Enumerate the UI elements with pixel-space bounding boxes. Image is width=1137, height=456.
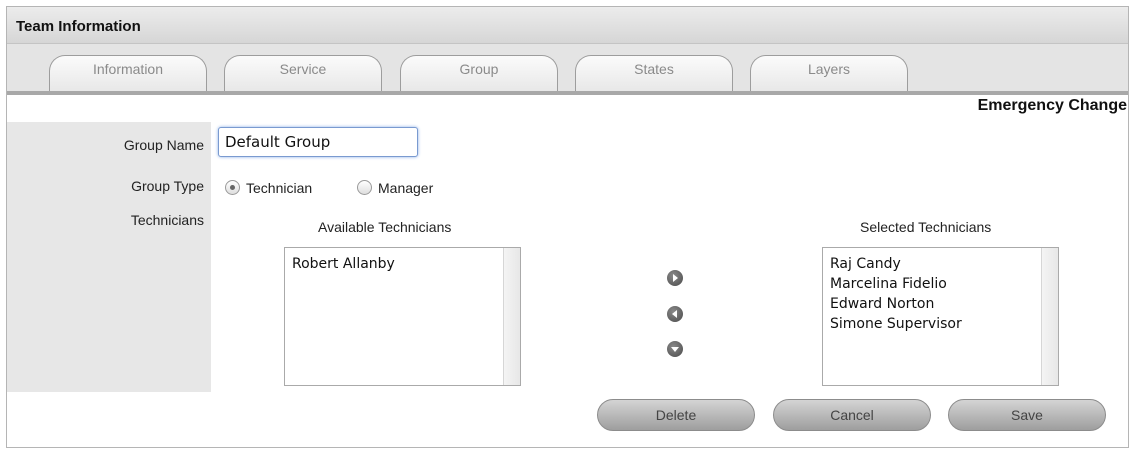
technician-radio[interactable]	[225, 180, 240, 195]
available-technicians-list[interactable]: Robert Allanby	[284, 247, 521, 386]
selected-technicians-heading: Selected Technicians	[860, 219, 992, 235]
arrow-right-icon[interactable]	[667, 270, 683, 286]
selected-list-scrollbar[interactable]	[1041, 248, 1058, 385]
tab-group[interactable]: Group	[400, 55, 558, 91]
save-button[interactable]: Save	[948, 399, 1106, 431]
list-item[interactable]: Marcelina Fidelio	[830, 274, 1058, 294]
group-name-input[interactable]	[218, 127, 418, 157]
available-list-scrollbar[interactable]	[503, 248, 520, 385]
tab-states[interactable]: States	[575, 55, 733, 91]
manager-radio-label[interactable]: Manager	[378, 180, 433, 196]
mode-label: Emergency Change	[977, 97, 1127, 114]
manager-radio[interactable]	[357, 180, 372, 195]
tab-bar: Information Service Group States Layers	[7, 44, 1128, 94]
list-item[interactable]: Robert Allanby	[292, 254, 520, 274]
tab-service[interactable]: Service	[224, 55, 382, 91]
panel-title: Team Information	[16, 18, 141, 35]
technician-radio-label[interactable]: Technician	[246, 180, 312, 196]
arrow-left-icon[interactable]	[667, 306, 683, 322]
selected-technicians-list[interactable]: Raj Candy Marcelina Fidelio Edward Norto…	[822, 247, 1059, 386]
group-name-label: Group Name	[123, 137, 204, 153]
delete-button[interactable]: Delete	[597, 399, 755, 431]
available-technicians-heading: Available Technicians	[318, 219, 452, 235]
cancel-button[interactable]: Cancel	[773, 399, 931, 431]
panel-title-bar: Team Information	[7, 7, 1128, 44]
tab-information[interactable]: Information	[49, 55, 207, 91]
list-item[interactable]: Raj Candy	[830, 254, 1058, 274]
tab-divider	[7, 91, 1128, 95]
tab-layers[interactable]: Layers	[750, 55, 908, 91]
list-item[interactable]: Edward Norton	[830, 294, 1058, 314]
list-item[interactable]: Simone Supervisor	[830, 314, 1058, 334]
group-type-label: Group Type	[131, 178, 204, 194]
arrow-down-icon[interactable]	[667, 341, 683, 357]
label-column: Group Name Group Type Technicians	[7, 122, 211, 392]
technicians-label: Technicians	[130, 212, 204, 228]
